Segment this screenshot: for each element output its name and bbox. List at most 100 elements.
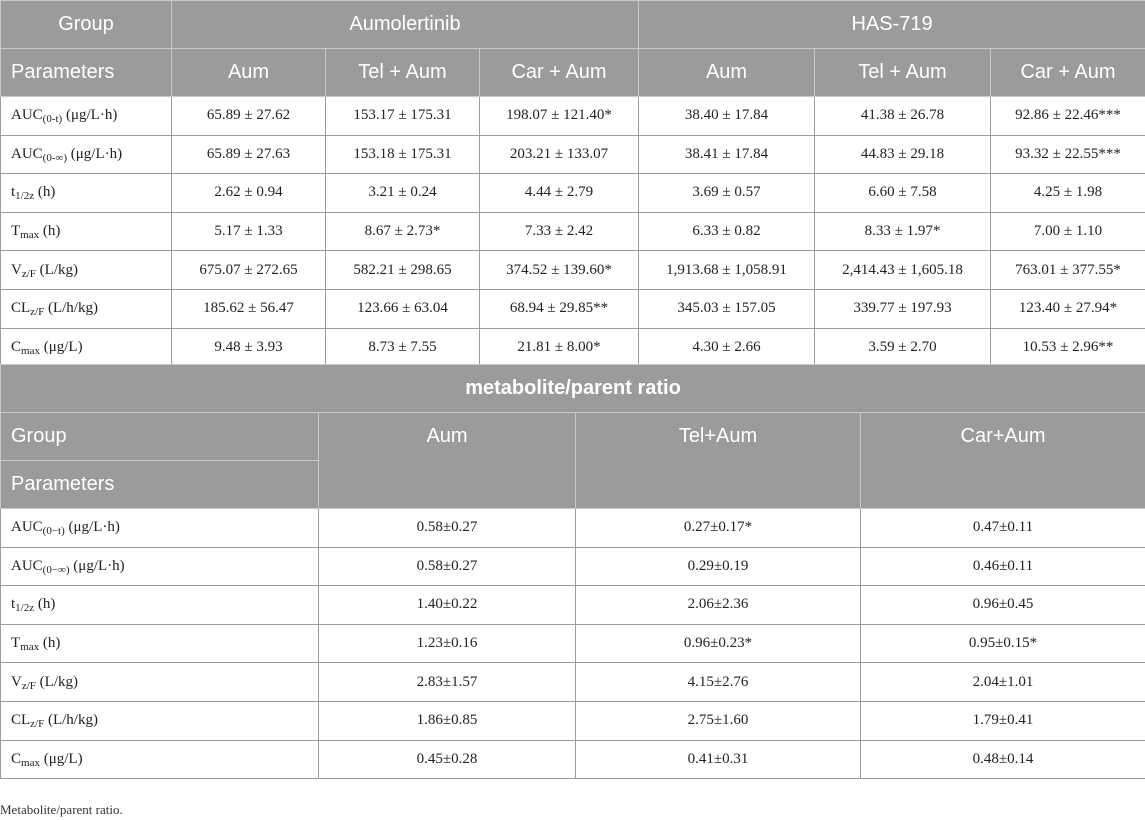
value-cell: 0.58±0.27 (318, 546, 576, 587)
value-cell: 1,913.68 ± 1,058.91 (638, 250, 815, 290)
parameter-subscript: z/F (30, 718, 45, 731)
value-cell: 8.33 ± 1.97* (814, 211, 991, 252)
value-cell: 2.06±2.36 (575, 585, 861, 625)
value-cell: 7.33 ± 2.42 (479, 211, 639, 252)
value-cell: 6.33 ± 0.82 (638, 211, 815, 252)
parameter-unit: (h) (34, 596, 56, 613)
value-cell: 21.81 ± 8.00* (479, 327, 639, 368)
value-cell: 65.89 ± 27.63 (171, 134, 326, 175)
table-row: Cmax (μg/L) 0.45±0.28 0.41±0.31 0.48±0.14 (0, 739, 1145, 780)
value-cell: 65.89 ± 27.62 (171, 96, 326, 136)
value-cell: 3.59 ± 2.70 (814, 327, 991, 368)
parameter-name-cell: AUC(0−t) (μg/L·h) (0, 508, 319, 548)
value-cell: 7.00 ± 1.10 (989, 211, 1145, 252)
table-row: AUC(0-t) (μg/L·h) 65.89 ± 27.62 153.17 ± 1… (0, 96, 1145, 136)
parameter-name-cell: Vz/F (L/kg) (0, 250, 172, 290)
drug-group-header: Aumolertinib (171, 0, 639, 49)
parameter-unit: (μg/L·h) (69, 557, 125, 574)
value-cell: 41.38 ± 26.78 (814, 96, 991, 136)
parameter-subscript: 1/2z (15, 602, 35, 615)
value-cell: 8.67 ± 2.73* (325, 211, 480, 252)
parameter-unit: (μg/L·h) (64, 519, 120, 536)
value-cell: 0.48±0.14 (859, 739, 1145, 780)
table-row: Tmax (h) 5.17 ± 1.33 8.67 ± 2.73* 7.33 ± 2.… (0, 211, 1145, 252)
value-cell: 92.86 ± 22.46*** (989, 96, 1145, 136)
value-cell: 339.77 ± 197.93 (814, 288, 991, 329)
value-cell: 3.69 ± 0.57 (638, 173, 815, 213)
parameter-name-cell: t1/2z (h) (0, 173, 172, 213)
value-cell: 198.07 ± 121.40* (479, 96, 639, 136)
parameter-subscript: max (21, 756, 40, 769)
subgroup-header: Aum (638, 48, 815, 97)
parameter-symbol: CL (11, 712, 31, 729)
group-header-label: Group (0, 412, 319, 461)
parameter-unit: (μg/L) (39, 750, 83, 767)
value-cell: 0.58±0.27 (318, 508, 576, 548)
parameter-subscript: max (21, 344, 40, 357)
value-cell: 153.18 ± 175.31 (325, 134, 480, 175)
parameter-symbol: T (11, 223, 21, 240)
value-cell: 8.73 ± 7.55 (325, 327, 480, 368)
parameter-unit: (μg/L) (39, 338, 83, 355)
value-cell: 68.94 ± 29.85** (479, 288, 639, 329)
value-cell: 4.44 ± 2.79 (479, 173, 639, 213)
value-cell: 123.40 ± 27.94* (989, 288, 1145, 329)
parameter-subscript: 1/2z (15, 190, 35, 203)
parameter-symbol: AUC (11, 557, 43, 574)
table-row: t1/2z (h) 2.62 ± 0.94 3.21 ± 0.24 4.44 ± 2.… (0, 173, 1145, 213)
table-row: AUC(0−∞) (μg/L·h) 0.58±0.27 0.29±0.19 0.46±… (0, 546, 1145, 587)
table-row: Vz/F (L/kg) 675.07 ± 272.65 582.21 ± 298.6… (0, 250, 1145, 290)
value-cell: 153.17 ± 175.31 (325, 96, 480, 136)
value-cell: 582.21 ± 298.65 (325, 250, 480, 290)
value-cell: 0.29±0.19 (575, 546, 861, 587)
parameter-symbol: V (11, 261, 22, 278)
parameter-name-cell: Cmax (μg/L) (0, 739, 319, 780)
value-cell: 1.79±0.41 (859, 700, 1145, 741)
table-row: CLz/F (L/h/kg) 1.86±0.85 2.75±1.60 1.79±0.4… (0, 700, 1145, 741)
table-row: Tmax (h) 1.23±0.16 0.96±0.23* 0.95±0.15* (0, 623, 1145, 664)
value-cell: 10.53 ± 2.96** (989, 327, 1145, 368)
parameter-name-cell: CLz/F (L/h/kg) (0, 288, 172, 329)
parameter-subscript: (0-∞) (42, 151, 68, 164)
table-footnote: Metabolite/parent ratio. (0, 802, 123, 817)
table-row: AUC(0−t) (μg/L·h) 0.58±0.27 0.27±0.17* 0.47… (0, 508, 1145, 548)
parameter-subscript: z/F (21, 679, 36, 692)
parameter-symbol: T (11, 635, 21, 652)
parameter-unit: (h) (39, 635, 61, 652)
value-cell: 2.75±1.60 (575, 700, 861, 741)
group-header-label: Group (0, 0, 172, 49)
table-row: t1/2z (h) 1.40±0.22 2.06±2.36 0.96±0.45 (0, 585, 1145, 625)
parameter-unit: (h) (39, 223, 61, 240)
parameter-symbol: C (11, 338, 22, 355)
subgroup-header: Car + Aum (479, 48, 639, 97)
value-cell: 675.07 ± 272.65 (171, 250, 326, 290)
subgroup-header: Car+Aum (859, 412, 1145, 509)
parameter-subscript: (0−∞) (42, 563, 70, 576)
parameter-symbol: C (11, 750, 22, 767)
subgroup-header: Tel+Aum (575, 412, 861, 509)
value-cell: 0.27±0.17* (575, 508, 861, 548)
parameter-symbol: AUC (11, 107, 43, 124)
value-cell: 0.45±0.28 (318, 739, 576, 780)
drug-group-header: HAS-719 (637, 0, 1145, 49)
parameters-header-label: Parameters (0, 48, 172, 97)
parameter-name-cell: CLz/F (L/h/kg) (0, 700, 319, 741)
value-cell: 203.21 ± 133.07 (479, 134, 639, 175)
value-cell: 93.32 ± 22.55*** (989, 134, 1145, 175)
parameter-subscript: (0−t) (42, 525, 65, 538)
parameter-symbol: AUC (11, 519, 43, 536)
table-row: Vz/F (L/kg) 2.83±1.57 4.15±2.76 2.04±1.01 (0, 662, 1145, 702)
parameter-unit: (h) (34, 184, 56, 201)
value-cell: 1.40±0.22 (318, 585, 576, 625)
subgroup-header: Aum (171, 48, 326, 97)
value-cell: 0.47±0.11 (859, 508, 1145, 548)
value-cell: 6.60 ± 7.58 (814, 173, 991, 213)
value-cell: 2.83±1.57 (318, 662, 576, 702)
parameter-unit: (L/h/kg) (44, 712, 98, 729)
value-cell: 1.23±0.16 (318, 623, 576, 664)
value-cell: 4.25 ± 1.98 (989, 173, 1145, 213)
value-cell: 44.83 ± 29.18 (814, 134, 991, 175)
value-cell: 9.48 ± 3.93 (171, 327, 326, 368)
parameters-header-label: Parameters (0, 460, 319, 509)
subgroup-header: Car + Aum (989, 48, 1145, 97)
